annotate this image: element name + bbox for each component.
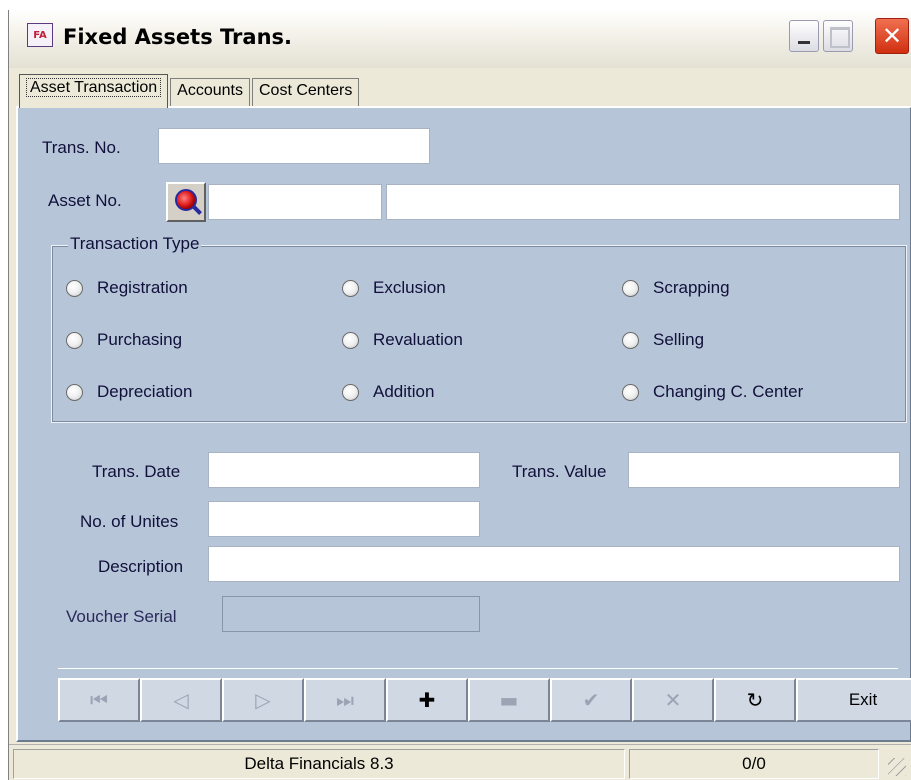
app-icon: FA bbox=[27, 23, 53, 47]
exit-button[interactable]: Exit bbox=[796, 678, 911, 722]
radio-revaluation[interactable]: Revaluation bbox=[342, 330, 463, 350]
navigation-toolbar: ⏮ ◁ ▷ ⏭ ✚ ▬ ✔ ✕ ↻ Exit bbox=[58, 678, 911, 722]
refresh-button[interactable]: ↻ bbox=[714, 678, 796, 722]
x-icon: ✕ bbox=[664, 688, 682, 712]
tab-strip: Asset Transaction Accounts Cost Centers bbox=[19, 72, 361, 108]
tab-accounts[interactable]: Accounts bbox=[170, 78, 250, 108]
status-app-name: Delta Financials 8.3 bbox=[13, 749, 625, 779]
radio-icon bbox=[66, 331, 83, 349]
radio-label: Exclusion bbox=[373, 278, 446, 297]
radio-label: Depreciation bbox=[97, 382, 193, 401]
voucher-serial-field bbox=[222, 596, 480, 632]
trans-no-label: Trans. No. bbox=[42, 138, 121, 157]
radio-addition[interactable]: Addition bbox=[342, 382, 434, 402]
status-record-counter: 0/0 bbox=[629, 749, 879, 779]
radio-icon bbox=[342, 383, 359, 401]
trans-value-field[interactable] bbox=[628, 452, 900, 488]
magnifier-handle bbox=[192, 205, 202, 215]
radio-label: Scrapping bbox=[653, 278, 730, 297]
plus-icon: ✚ bbox=[418, 688, 436, 712]
next-icon: ▷ bbox=[255, 688, 271, 712]
radio-purchasing[interactable]: Purchasing bbox=[66, 330, 182, 350]
tab-cost-centers[interactable]: Cost Centers bbox=[251, 78, 360, 108]
close-icon: ✕ bbox=[881, 22, 903, 50]
radio-exclusion[interactable]: Exclusion bbox=[342, 278, 446, 298]
trans-no-field[interactable] bbox=[158, 128, 430, 164]
radio-label: Selling bbox=[653, 330, 705, 349]
radio-icon bbox=[66, 279, 83, 297]
description-label: Description bbox=[98, 557, 184, 576]
units-label: No. of Unites bbox=[80, 512, 179, 531]
transaction-type-title: Transaction Type bbox=[68, 234, 202, 254]
asset-transaction-panel: Trans. No. Asset No. Transaction Type Re… bbox=[16, 106, 911, 742]
window-title: Fixed Assets Trans. bbox=[63, 25, 292, 49]
radio-icon bbox=[622, 383, 639, 401]
title-bar[interactable]: FA Fixed Assets Trans. ✕ bbox=[9, 10, 911, 68]
trans-date-label: Trans. Date bbox=[92, 462, 181, 481]
previous-record-button[interactable]: ◁ bbox=[140, 678, 222, 722]
maximize-button[interactable] bbox=[823, 20, 853, 52]
radio-icon bbox=[66, 383, 83, 401]
radio-icon bbox=[342, 279, 359, 297]
radio-scrapping[interactable]: Scrapping bbox=[622, 278, 730, 298]
units-field[interactable] bbox=[208, 501, 480, 537]
radio-icon bbox=[342, 331, 359, 349]
cancel-edit-button[interactable]: ✕ bbox=[632, 678, 714, 722]
close-button[interactable]: ✕ bbox=[875, 18, 909, 54]
first-record-button[interactable]: ⏮ bbox=[58, 678, 140, 722]
minimize-button[interactable] bbox=[789, 20, 819, 52]
add-record-button[interactable]: ✚ bbox=[386, 678, 468, 722]
tab-label: Cost Centers bbox=[258, 82, 353, 99]
asset-lookup-button[interactable] bbox=[166, 182, 206, 222]
radio-selling[interactable]: Selling bbox=[622, 330, 704, 350]
delete-record-button[interactable]: ▬ bbox=[468, 678, 550, 722]
minus-icon: ▬ bbox=[499, 688, 519, 712]
tab-label: Asset Transaction bbox=[26, 78, 162, 97]
voucher-serial-label: Voucher Serial bbox=[66, 607, 177, 626]
checkmark-icon: ✔ bbox=[582, 688, 600, 712]
trans-date-field[interactable] bbox=[208, 452, 480, 488]
save-record-button[interactable]: ✔ bbox=[550, 678, 632, 722]
status-bar: Delta Financials 8.3 0/0 bbox=[9, 744, 911, 780]
radio-icon bbox=[622, 331, 639, 349]
radio-label: Changing C. Center bbox=[653, 382, 804, 401]
toolbar-separator bbox=[58, 668, 898, 669]
last-icon: ⏭ bbox=[336, 688, 354, 712]
last-record-button[interactable]: ⏭ bbox=[304, 678, 386, 722]
previous-icon: ◁ bbox=[173, 688, 189, 712]
radio-changing-cost-center[interactable]: Changing C. Center bbox=[622, 382, 803, 402]
trans-value-label: Trans. Value bbox=[512, 462, 607, 481]
radio-label: Revaluation bbox=[373, 330, 463, 349]
refresh-icon: ↻ bbox=[746, 688, 764, 712]
asset-code-field[interactable] bbox=[208, 184, 382, 220]
first-icon: ⏮ bbox=[90, 688, 108, 712]
asset-name-field[interactable] bbox=[386, 184, 900, 220]
asset-no-label: Asset No. bbox=[48, 191, 122, 210]
resize-grip-icon[interactable] bbox=[888, 758, 906, 776]
tab-asset-transaction[interactable]: Asset Transaction bbox=[19, 74, 169, 108]
fixed-assets-window: FA Fixed Assets Trans. ✕ Asset Transacti… bbox=[8, 10, 911, 780]
tab-label: Accounts bbox=[177, 82, 243, 99]
next-record-button[interactable]: ▷ bbox=[222, 678, 304, 722]
radio-icon bbox=[622, 279, 639, 297]
description-field[interactable] bbox=[208, 546, 900, 582]
radio-registration[interactable]: Registration bbox=[66, 278, 188, 298]
radio-label: Purchasing bbox=[97, 330, 183, 349]
radio-label: Addition bbox=[373, 382, 435, 401]
radio-label: Registration bbox=[97, 278, 188, 297]
radio-depreciation[interactable]: Depreciation bbox=[66, 382, 192, 402]
